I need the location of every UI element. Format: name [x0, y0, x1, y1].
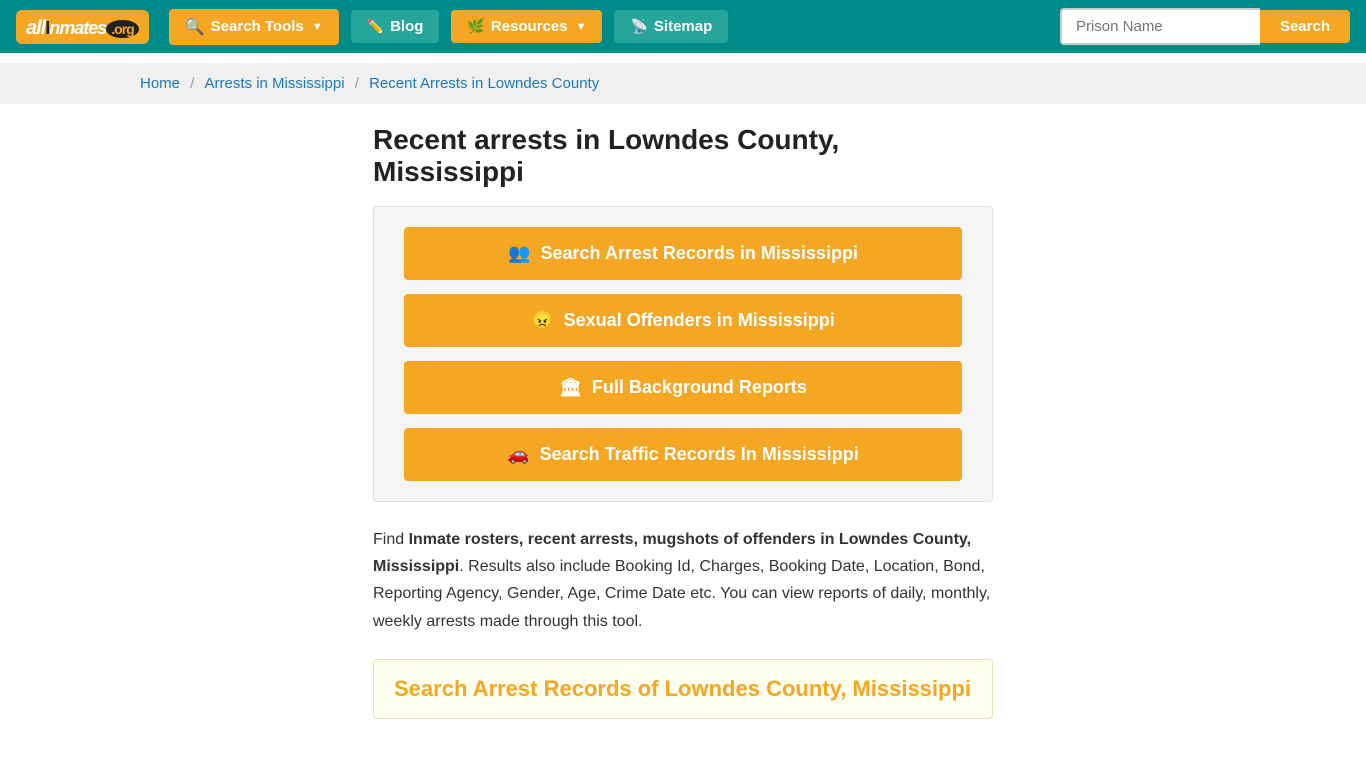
- description-prefix: Find: [373, 531, 409, 548]
- traffic-records-button[interactable]: 🚗 Search Traffic Records In Mississippi: [404, 428, 962, 481]
- sexual-offenders-button[interactable]: 😠 Sexual Offenders in Mississippi: [404, 294, 962, 347]
- breadcrumb-current[interactable]: Recent Arrests in Lowndes County: [369, 75, 599, 92]
- sitemap-label: Sitemap: [654, 18, 712, 35]
- prison-name-input[interactable]: [1060, 8, 1260, 45]
- blog-icon: [367, 18, 384, 35]
- blog-button[interactable]: Blog: [351, 10, 440, 43]
- search-icon: [185, 17, 205, 37]
- page-title: Recent arrests in Lowndes County, Missis…: [373, 124, 993, 188]
- breadcrumb-sep-2: /: [355, 75, 363, 92]
- main-content: Recent arrests in Lowndes County, Missis…: [233, 104, 1133, 739]
- users-icon: 👥: [508, 243, 530, 264]
- chevron-down-icon: ▼: [312, 21, 323, 33]
- resources-button[interactable]: Resources ▼: [451, 10, 602, 43]
- breadcrumb-sep-1: /: [190, 75, 198, 92]
- traffic-records-label: Search Traffic Records In Mississippi: [540, 444, 859, 465]
- search-records-section: Search Arrest Records of Lowndes County,…: [373, 659, 993, 719]
- arrest-records-label: Search Arrest Records in Mississippi: [540, 243, 857, 264]
- logo[interactable]: allInmates.org: [16, 10, 149, 44]
- breadcrumb: Home / Arrests in Mississippi / Recent A…: [0, 63, 1366, 104]
- header-search-button[interactable]: Search: [1260, 10, 1350, 43]
- building-icon: 🏛: [559, 377, 582, 398]
- blog-label: Blog: [390, 18, 423, 35]
- resources-icon: [467, 18, 484, 35]
- search-tools-label: Search Tools: [211, 18, 304, 35]
- arrest-records-button[interactable]: 👥 Search Arrest Records in Mississippi: [404, 227, 962, 280]
- background-reports-button[interactable]: 🏛 Full Background Reports: [404, 361, 962, 414]
- header-search-area: Search: [1060, 8, 1350, 45]
- action-buttons-box: 👥 Search Arrest Records in Mississippi 😠…: [373, 206, 993, 502]
- resources-label: Resources: [491, 18, 568, 35]
- offender-icon: 😠: [531, 310, 553, 331]
- sexual-offenders-label: Sexual Offenders in Mississippi: [564, 310, 835, 331]
- sitemap-icon: [630, 18, 647, 35]
- description: Find Inmate rosters, recent arrests, mug…: [373, 526, 993, 635]
- search-records-title: Search Arrest Records of Lowndes County,…: [394, 676, 972, 702]
- background-reports-label: Full Background Reports: [592, 377, 807, 398]
- search-tools-button[interactable]: Search Tools ▼: [169, 9, 339, 45]
- header-search-label: Search: [1280, 18, 1330, 35]
- header: allInmates.org Search Tools ▼ Blog Resou…: [0, 0, 1366, 53]
- car-icon: 🚗: [507, 444, 529, 465]
- description-rest: . Results also include Booking Id, Charg…: [373, 558, 990, 629]
- sitemap-button[interactable]: Sitemap: [614, 10, 728, 43]
- chevron-down-icon-resources: ▼: [576, 21, 587, 33]
- breadcrumb-arrests[interactable]: Arrests in Mississippi: [205, 75, 345, 92]
- breadcrumb-home[interactable]: Home: [140, 75, 180, 92]
